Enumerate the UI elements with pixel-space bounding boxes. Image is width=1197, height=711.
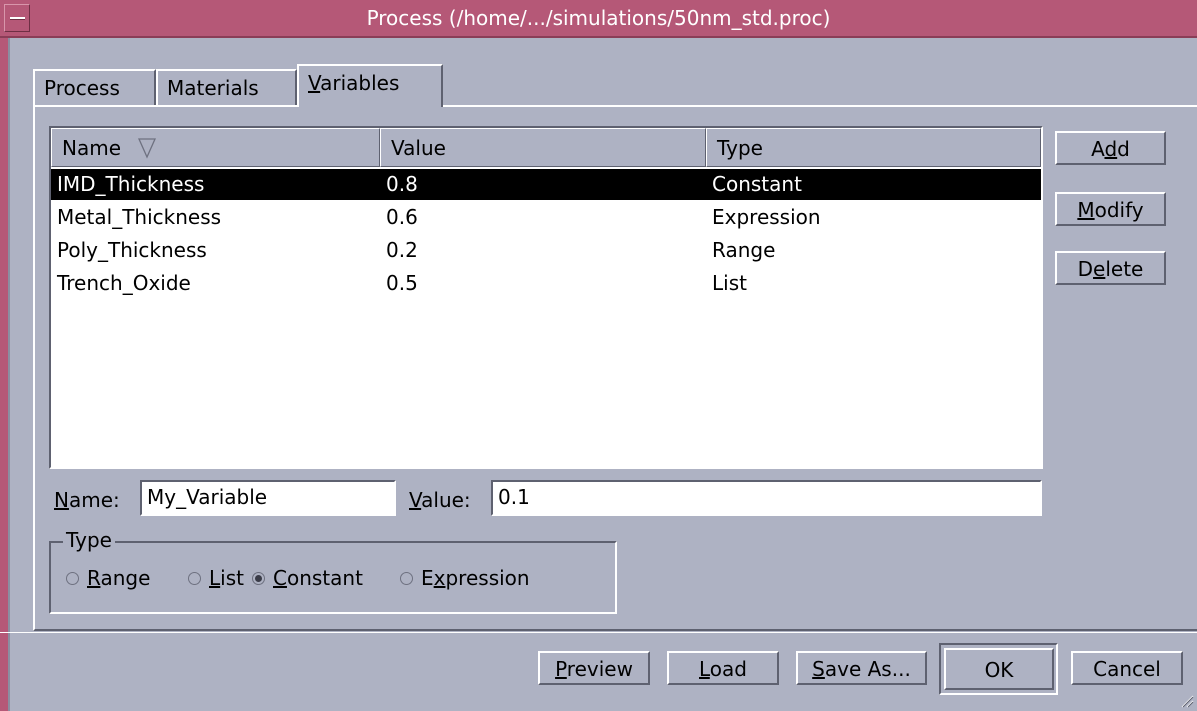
resize-grip-icon[interactable] (1180, 694, 1194, 708)
tab-label: Process (44, 76, 120, 100)
cell-type: Range (712, 238, 776, 262)
save-as-button[interactable]: Save As... (796, 651, 927, 685)
preview-button[interactable]: Preview (538, 651, 650, 685)
radio-constant[interactable] (252, 572, 265, 585)
cancel-button[interactable]: Cancel (1071, 651, 1183, 685)
cell-value: 0.5 (386, 271, 418, 295)
tab-variables[interactable]: Variables (297, 64, 443, 107)
name-field[interactable]: My_Variable (140, 480, 396, 516)
table-row[interactable]: Metal_Thickness 0.6 Expression (51, 202, 1041, 233)
table-row[interactable]: IMD_Thickness 0.8 Constant (51, 169, 1041, 200)
radio-constant-label[interactable]: Constant (273, 566, 363, 590)
title-bar[interactable]: Process (/home/.../simulations/50nm_std.… (0, 0, 1197, 38)
radio-range[interactable] (66, 572, 79, 585)
add-button[interactable]: Add (1055, 131, 1166, 165)
column-header-name[interactable]: Name (51, 128, 380, 167)
tab-label: Variables (308, 71, 400, 95)
table-row[interactable]: Poly_Thickness 0.2 Range (51, 235, 1041, 266)
cell-value: 0.6 (386, 205, 418, 229)
window-title: Process (/home/.../simulations/50nm_std.… (366, 6, 831, 30)
load-button[interactable]: Load (667, 651, 779, 685)
cell-type: List (712, 271, 747, 295)
tab-materials[interactable]: Materials (156, 69, 297, 105)
footer-separator (0, 632, 1197, 634)
value-label: Value: (409, 488, 471, 512)
cell-name: Metal_Thickness (57, 205, 222, 229)
type-group-title: Type (63, 528, 115, 552)
radio-range-label[interactable]: Range (87, 566, 150, 590)
modify-button[interactable]: Modify (1055, 192, 1166, 226)
sort-descending-icon (138, 138, 157, 159)
delete-button[interactable]: Delete (1055, 251, 1166, 285)
cell-value: 0.2 (386, 238, 418, 262)
column-header-type[interactable]: Type (706, 128, 1041, 167)
tab-process[interactable]: Process (33, 69, 156, 105)
tab-label: Materials (167, 76, 259, 100)
cell-type: Constant (712, 172, 802, 196)
table-row[interactable]: Trench_Oxide 0.5 List (51, 268, 1041, 299)
name-label: Name: (54, 488, 120, 512)
cell-value: 0.8 (386, 172, 418, 196)
cell-name: Trench_Oxide (57, 271, 191, 295)
radio-checked-dot (255, 575, 262, 582)
cell-name: IMD_Thickness (57, 172, 205, 196)
radio-expression-label[interactable]: Expression (421, 566, 530, 590)
radio-expression[interactable] (400, 572, 413, 585)
radio-list[interactable] (188, 572, 201, 585)
value-field[interactable]: 0.1 (491, 480, 1042, 516)
radio-list-label[interactable]: List (209, 566, 244, 590)
ok-button[interactable]: OK (944, 648, 1054, 690)
window-border (0, 38, 8, 711)
cell-type: Expression (712, 205, 821, 229)
column-header-value[interactable]: Value (380, 128, 706, 167)
variables-table[interactable]: Name Value Type IMD_Thickness 0.8 Consta… (49, 126, 1043, 469)
cell-name: Poly_Thickness (57, 238, 207, 262)
window-border-inner (8, 38, 10, 711)
